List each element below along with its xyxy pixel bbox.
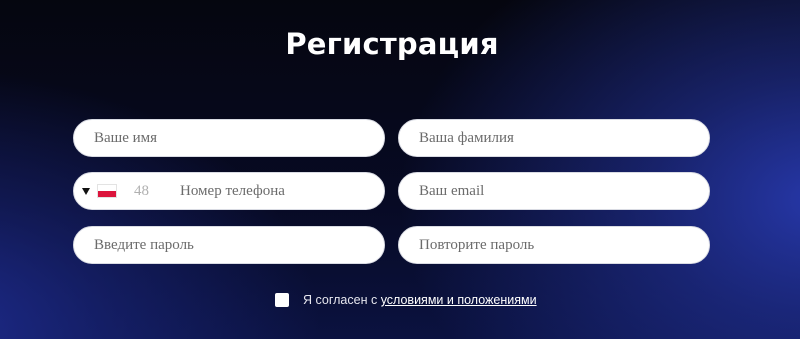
first-name-placeholder: Ваше имя [94, 129, 158, 146]
flag-poland-icon [98, 185, 116, 197]
terms-link[interactable]: условиями и положениями [381, 293, 537, 307]
password-repeat-placeholder: Повторите пароль [419, 236, 535, 253]
first-name-field[interactable]: Ваше имя [73, 119, 385, 157]
password-repeat-field[interactable]: Повторите пароль [398, 226, 710, 264]
phone-field[interactable]: 48 Номер телефона [73, 172, 385, 210]
country-selector[interactable] [74, 173, 116, 209]
page-title: Регистрация [285, 27, 499, 61]
email-placeholder: Ваш email [419, 182, 485, 199]
caret-down-icon[interactable] [82, 187, 90, 195]
terms-checkbox[interactable] [275, 293, 289, 307]
last-name-placeholder: Ваша фамилия [419, 129, 514, 146]
last-name-field[interactable]: Ваша фамилия [398, 119, 710, 157]
password-field[interactable]: Введите пароль [73, 226, 385, 264]
consent-text: Я согласен с [303, 293, 378, 307]
country-code: 48 [134, 182, 149, 199]
phone-placeholder: Номер телефона [180, 182, 285, 199]
email-field[interactable]: Ваш email [398, 172, 710, 210]
terms-consent: Я согласен с условиями и положениями [275, 293, 537, 307]
password-placeholder: Введите пароль [94, 236, 194, 253]
